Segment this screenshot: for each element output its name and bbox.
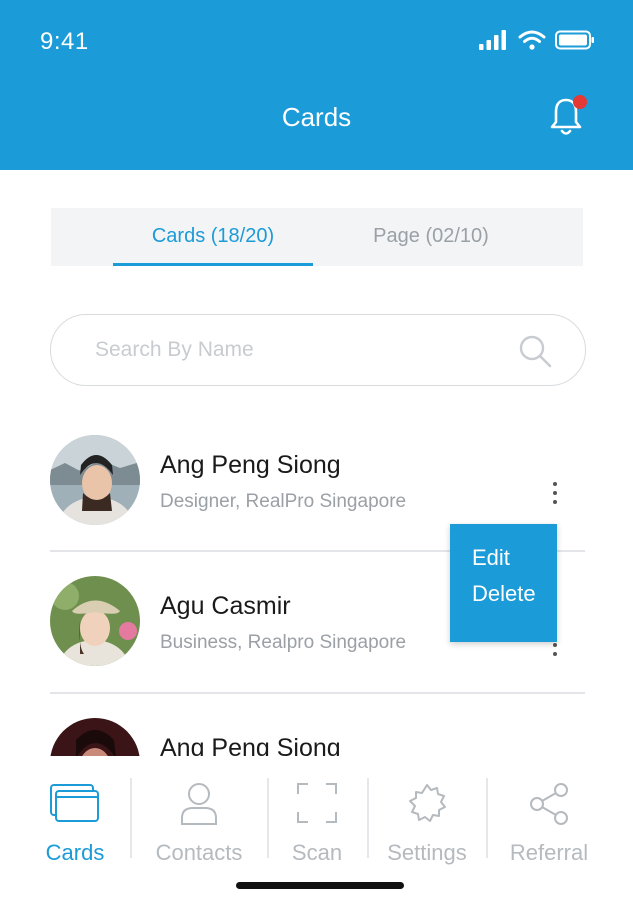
nav-divider [486, 778, 488, 858]
avatar [50, 576, 140, 666]
tab-cards[interactable]: Cards (18/20) [113, 208, 313, 266]
nav-label: Referral [509, 840, 589, 865]
home-indicator [236, 882, 404, 889]
divider [50, 692, 585, 694]
context-menu: Edit Delete [450, 524, 557, 642]
nav-divider [267, 778, 269, 858]
contact-name: Ang Peng Siong [160, 734, 341, 756]
app-header: 9:41 Cards [0, 0, 633, 170]
bottom-nav: Cards Contacts Scan Settings Referral [0, 756, 633, 900]
contact-name: Ang Peng Siong [160, 451, 341, 479]
nav-divider [367, 778, 369, 858]
gear-icon [409, 784, 446, 822]
nav-label: Cards [45, 840, 105, 865]
nav-label: Contacts [155, 840, 243, 865]
nav-settings[interactable]: Settings [378, 756, 476, 866]
more-options-icon[interactable] [550, 482, 560, 504]
nav-cards[interactable]: Cards [30, 756, 120, 866]
person-icon [181, 783, 217, 825]
search-input[interactable] [95, 333, 495, 367]
menu-item-delete[interactable]: Delete [472, 581, 536, 607]
contact-subtitle: Designer, RealPro Singapore [160, 491, 407, 512]
scan-icon [297, 783, 337, 823]
nav-referral[interactable]: Referral [500, 756, 598, 866]
tab-page[interactable]: Page (02/10) [331, 208, 531, 266]
menu-item-edit[interactable]: Edit [472, 545, 510, 571]
notification-dot [573, 95, 587, 109]
status-time: 9:41 [40, 28, 89, 55]
bell-icon [550, 95, 587, 135]
nav-contacts[interactable]: Contacts [140, 756, 258, 866]
search-icon[interactable] [517, 333, 553, 369]
page-title: Cards [281, 102, 352, 132]
cards-icon [50, 784, 99, 822]
avatar [50, 435, 140, 525]
share-icon [530, 783, 568, 825]
contact-subtitle: Business, Realpro Singapore [160, 632, 407, 653]
nav-label: Settings [387, 840, 467, 865]
search-bar [50, 314, 586, 386]
nav-label: Scan [291, 840, 343, 865]
contact-name: Agu Casmir [160, 592, 291, 620]
status-icons [479, 30, 595, 50]
wifi-icon [518, 30, 546, 50]
nav-scan[interactable]: Scan [276, 756, 358, 866]
signal-icon [479, 30, 506, 50]
contact-item[interactable]: Ang Peng Siong [50, 718, 585, 756]
battery-icon [555, 30, 594, 50]
notifications-button[interactable] [548, 94, 588, 138]
avatar [50, 718, 140, 756]
nav-divider [130, 778, 132, 858]
tab-bar: Cards (18/20) Page (02/10) [51, 208, 583, 266]
